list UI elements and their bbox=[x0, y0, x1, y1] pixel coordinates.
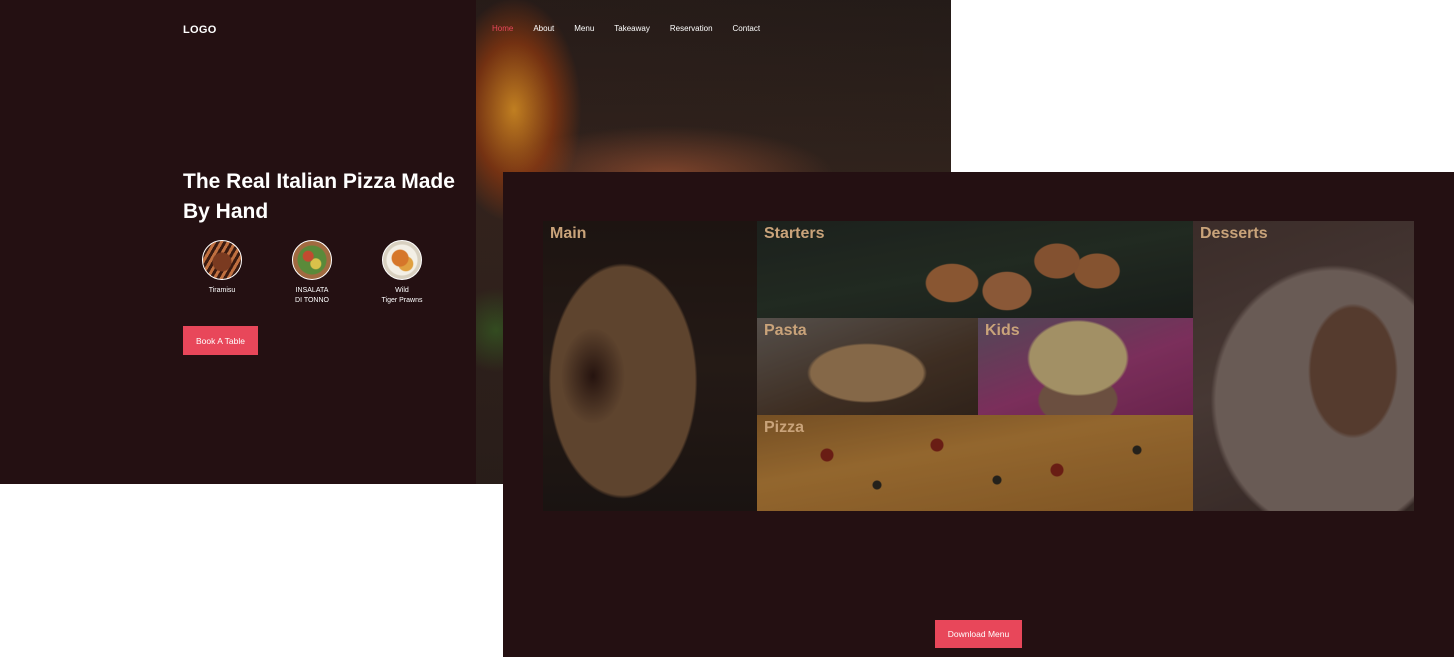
category-label: Pizza bbox=[764, 419, 805, 436]
category-tile-pizza[interactable]: Pizza bbox=[757, 415, 1193, 511]
dish-name: Wild Tiger Prawns bbox=[381, 287, 423, 304]
category-tile-kids[interactable]: Kids bbox=[978, 318, 1193, 415]
category-tile-main[interactable]: Main bbox=[543, 221, 757, 511]
nav-home[interactable]: Home bbox=[492, 24, 513, 33]
nav-contact[interactable]: Contact bbox=[733, 24, 761, 33]
book-table-button[interactable]: Book A Table bbox=[183, 326, 258, 355]
dish-insalata-di-tonno[interactable]: INSALATA DI TONNO bbox=[282, 240, 342, 306]
nav-reservation[interactable]: Reservation bbox=[670, 24, 713, 33]
featured-dishes: Tiramisu INSALATA DI TONNO Wild Tiger Pr… bbox=[192, 240, 462, 306]
logo[interactable]: LOGO bbox=[183, 24, 217, 36]
category-tile-desserts[interactable]: Desserts bbox=[1193, 221, 1414, 511]
category-label: Main bbox=[550, 225, 587, 242]
download-menu-button[interactable]: Download Menu bbox=[935, 620, 1022, 648]
dish-image bbox=[292, 240, 332, 280]
category-label: Desserts bbox=[1200, 225, 1268, 242]
dish-name: Tiramisu bbox=[208, 287, 236, 294]
nav-about[interactable]: About bbox=[533, 24, 554, 33]
dish-image bbox=[202, 240, 242, 280]
menu-category-grid: Main Starters Desserts Pasta Kids Pizza bbox=[543, 221, 1414, 511]
category-label: Starters bbox=[764, 225, 825, 242]
hero-headline: The Real Italian Pizza Made By Hand bbox=[183, 170, 455, 223]
category-label: Kids bbox=[985, 322, 1020, 339]
dish-tiramisu[interactable]: Tiramisu bbox=[192, 240, 252, 306]
category-label: Pasta bbox=[764, 322, 807, 339]
dish-name: INSALATA DI TONNO bbox=[295, 287, 329, 304]
main-nav: Home About Menu Takeaway Reservation Con… bbox=[492, 24, 780, 33]
nav-takeaway[interactable]: Takeaway bbox=[614, 24, 650, 33]
dish-wild-tiger-prawns[interactable]: Wild Tiger Prawns bbox=[372, 240, 432, 306]
dish-image bbox=[382, 240, 422, 280]
nav-menu[interactable]: Menu bbox=[574, 24, 594, 33]
menu-screen: Main Starters Desserts Pasta Kids Pizza … bbox=[503, 172, 1454, 657]
category-tile-starters[interactable]: Starters bbox=[757, 221, 1193, 318]
category-tile-pasta[interactable]: Pasta bbox=[757, 318, 978, 415]
